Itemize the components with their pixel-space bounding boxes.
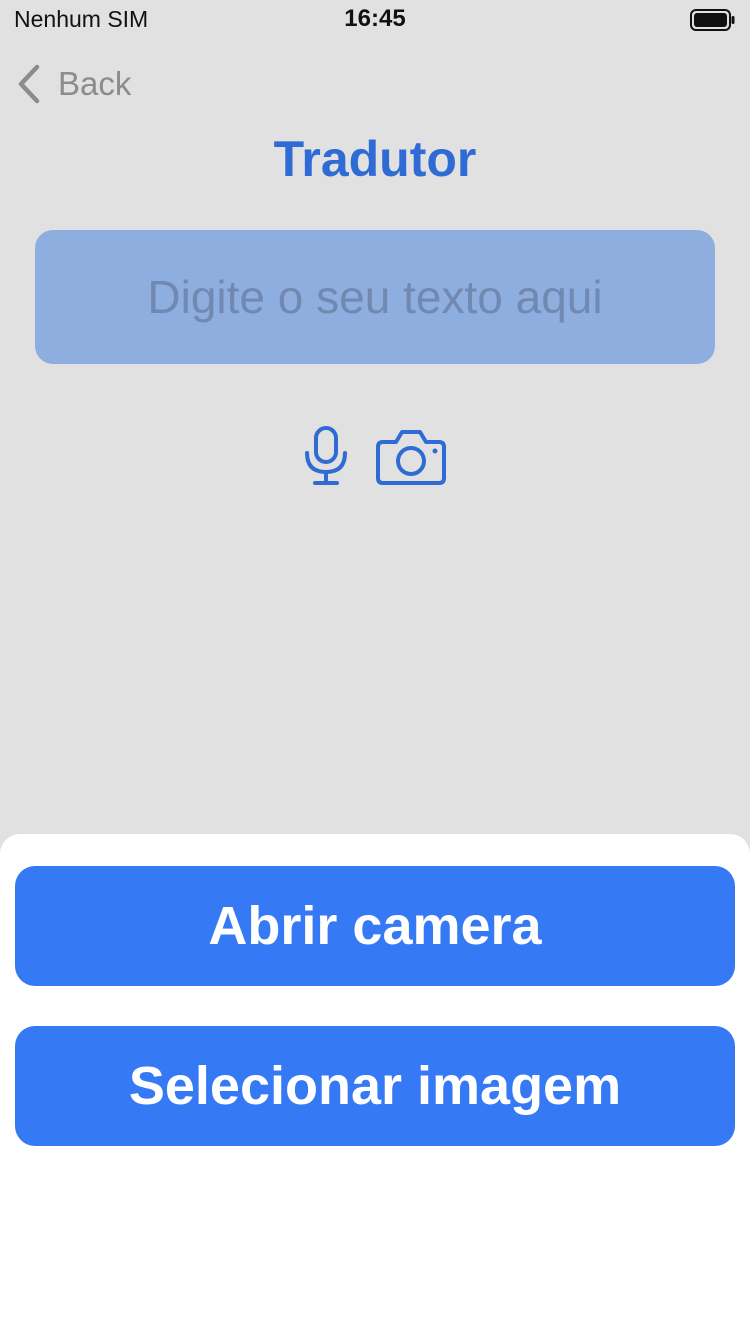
status-bar: Nenhum SIM 16:45: [0, 0, 750, 40]
back-label: Back: [58, 65, 132, 102]
chevron-left-icon: [18, 64, 40, 104]
text-input[interactable]: [35, 230, 715, 364]
camera-button[interactable]: [374, 428, 448, 486]
select-image-button[interactable]: Selecionar imagem: [15, 1026, 735, 1146]
page-title: Tradutor: [273, 131, 477, 187]
text-input-container: [35, 230, 715, 364]
battery-full-icon: [690, 9, 735, 31]
camera-icon: [376, 430, 446, 485]
open-camera-button[interactable]: Abrir camera: [15, 866, 735, 986]
action-sheet: Abrir camera Selecionar imagem: [0, 834, 750, 1334]
microphone-button[interactable]: [302, 425, 350, 487]
back-button[interactable]: Back: [16, 62, 131, 106]
microphone-icon: [305, 426, 347, 485]
status-time: 16:45: [344, 5, 406, 32]
